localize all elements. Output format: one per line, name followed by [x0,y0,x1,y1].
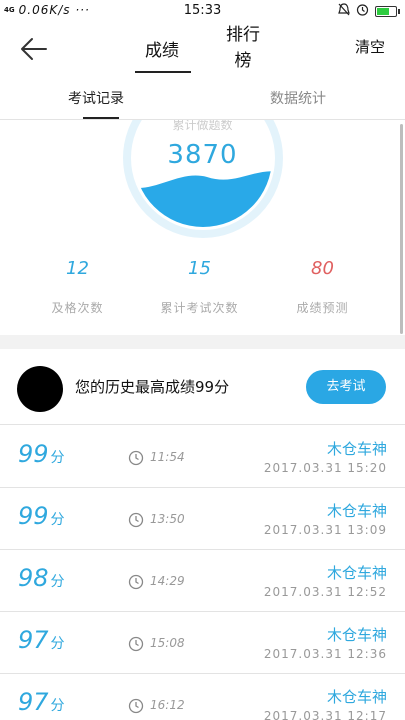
record-score-unit: 分 [50,574,65,590]
stat-passed: 12 及格次数 [10,258,145,316]
stats-panel: 累计做题数 3870 12 及格次数 15 累计考试次数 80 成绩预测 [0,120,405,335]
progress-gauge [123,120,283,238]
record-user: 木仓车神 [326,626,387,644]
record-date: 2017.03.31 12:52 [263,585,387,599]
tab-exam-records[interactable]: 考试记录 [68,88,124,108]
clock-icon [128,450,144,466]
record-user: 木仓车神 [326,564,387,582]
stat-prediction-value: 80 [311,258,334,279]
record-user: 木仓车神 [326,688,387,706]
stat-total-exams-label: 累计考试次数 [160,301,239,315]
battery-icon [375,5,400,17]
sub-tabs: 考试记录 数据统计 [0,80,405,120]
mute-icon [338,3,350,19]
stat-prediction: 80 成绩预测 [255,258,390,316]
record-time: 14:29 [150,574,185,588]
list-item[interactable]: 97 分 15:08 木仓车神 2017.03.31 12:36 [0,612,405,674]
best-score-text: 您的历史最高成绩99分 [75,378,230,396]
record-score: 98 分 [18,564,65,592]
record-date: 2017.03.31 12:36 [263,647,387,661]
stat-prediction-label: 成绩预测 [296,301,349,315]
records-list: 99 分 11:54 木仓车神 2017.03.31 15:20 99 分 13:5… [0,426,405,720]
record-score-value: 98 [18,564,49,592]
record-score: 97 分 [18,688,65,716]
list-item[interactable]: 97 分 16:12 木仓车神 2017.03.31 12:17 [0,674,405,720]
record-score: 97 分 [18,626,65,654]
list-item[interactable]: 98 分 14:29 木仓车神 2017.03.31 12:52 [0,550,405,612]
record-date: 2017.03.31 15:20 [263,461,387,475]
record-score: 99 分 [18,440,65,468]
record-user: 木仓车神 [326,502,387,520]
record-time: 13:50 [150,512,185,526]
status-bar: 4G 0.06K/s ··· 15:33 [0,0,405,22]
record-score-unit: 分 [50,512,65,528]
avatar[interactable] [17,366,63,412]
record-score-value: 99 [18,440,49,468]
best-score-row: 您的历史最高成绩99分 去考试 [0,349,405,425]
stat-total-exams-value: 15 [188,258,211,279]
record-date: 2017.03.31 12:17 [263,709,387,720]
scrollbar[interactable] [400,124,403,334]
tab-ranking-line2: 榜 [234,51,252,71]
tab-score-underline [135,71,191,73]
alarm-icon [356,3,369,19]
go-exam-button[interactable]: 去考试 [306,370,386,404]
tab-ranking[interactable]: 排行 榜 [218,22,268,74]
clear-button[interactable]: 清空 [355,36,385,57]
stat-passed-label: 及格次数 [51,301,104,315]
top-nav: 成绩 排行 榜 清空 [0,22,405,76]
section-divider [0,335,405,349]
clock-icon [128,698,144,714]
record-score-unit: 分 [50,636,65,652]
record-date: 2017.03.31 13:09 [263,523,387,537]
record-score-value: 97 [18,626,49,654]
record-time: 16:12 [150,698,185,712]
list-item[interactable]: 99 分 13:50 木仓车神 2017.03.31 13:09 [0,488,405,550]
gauge-value: 3870 [167,140,238,170]
record-score-value: 99 [18,502,49,530]
record-score-value: 97 [18,688,49,716]
clock-icon [128,574,144,590]
tab-data-statistics[interactable]: 数据统计 [270,88,326,108]
record-score-unit: 分 [50,450,65,466]
list-item[interactable]: 99 分 11:54 木仓车神 2017.03.31 15:20 [0,426,405,488]
stat-passed-value: 12 [66,258,89,279]
clock-icon [128,512,144,528]
record-time: 15:08 [150,636,185,650]
record-time: 11:54 [150,450,185,464]
stat-total-exams: 15 累计考试次数 [132,258,267,316]
tab-exam-records-underline [83,117,119,119]
back-arrow-icon[interactable] [18,34,48,64]
status-right [338,3,400,19]
record-score-unit: 分 [50,698,65,714]
clock-icon [128,636,144,652]
record-score: 99 分 [18,502,65,530]
record-user: 木仓车神 [326,440,387,458]
gauge-caption: 累计做题数 [172,120,233,132]
tab-score[interactable]: 成绩 [133,36,191,61]
tab-ranking-line1: 排行 [226,25,260,45]
